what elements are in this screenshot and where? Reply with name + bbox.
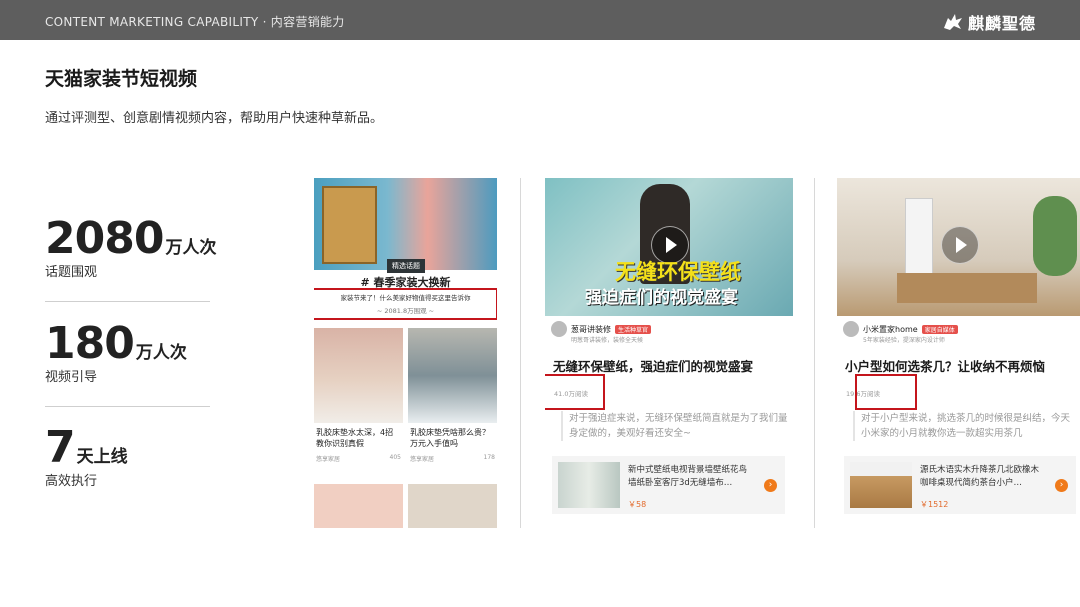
product-image xyxy=(558,462,620,508)
video-player[interactable] xyxy=(837,178,1080,316)
highlight-box xyxy=(314,288,497,320)
product-card[interactable]: 源氏木语实木升降茶几北欧橡木咖啡桌现代简约茶台小户… ￥1512 › xyxy=(844,456,1076,514)
play-icon[interactable] xyxy=(941,226,979,264)
avatar xyxy=(551,321,567,337)
chevron-right-icon[interactable]: › xyxy=(764,479,777,492)
product-price: ￥58 xyxy=(628,500,647,509)
video-thumbnail xyxy=(314,328,403,423)
stat-launch: 7 天上线 高效执行 xyxy=(45,422,128,489)
product-title: 新中式壁纸电视背景墙壁纸花鸟墙纸卧室客厅3d无缝墙布… xyxy=(628,465,748,488)
divider xyxy=(45,301,210,302)
author-description: 明葱哥讲装修，装修全天候 xyxy=(571,337,644,344)
shelf-image xyxy=(322,186,377,264)
brand-logo: 麒麟聖德 xyxy=(942,10,1036,34)
top-bar: CONTENT MARKETING CAPABILITY · 内容营销能力 麒麟… xyxy=(0,0,1080,40)
avatar xyxy=(843,321,859,337)
stat-value: 2080 xyxy=(45,213,164,264)
topic-banner-image xyxy=(314,178,497,270)
product-image xyxy=(850,462,912,508)
post-title: 小户型如何选茶几？让收纳不再烦恼 xyxy=(845,359,1046,374)
stat-unit: 万人次 xyxy=(135,343,187,363)
video-player[interactable]: 无缝环保壁纸 强迫症们的视觉盛宴 xyxy=(545,178,793,316)
section-header: CONTENT MARKETING CAPABILITY · 内容营销能力 xyxy=(45,15,345,29)
divider xyxy=(814,178,815,528)
video-thumbnail xyxy=(408,484,497,528)
post-description: 对于小户型来说，挑选茶几的时候很是纠结，今天小米家的小月就教你选一款超实用茶几 xyxy=(853,411,1076,441)
author-description: 5年家装经验，提深家内设计师 xyxy=(863,337,945,344)
chevron-right-icon[interactable]: › xyxy=(1055,479,1068,492)
product-price: ￥1512 xyxy=(920,500,949,509)
highlight-box xyxy=(855,374,917,410)
page-subtitle: 通过评测型、创意剧情视频内容，帮助用户快速种草新品。 xyxy=(45,111,384,126)
stat-unit: 万人次 xyxy=(165,238,217,258)
product-card[interactable]: 新中式壁纸电视背景墙壁纸花鸟墙纸卧室客厅3d无缝墙布… ￥58 › xyxy=(552,456,785,514)
qilin-logo-icon xyxy=(943,14,962,30)
topic-tag: 精选话题 xyxy=(387,259,425,273)
brand-name: 麒麟聖德 xyxy=(967,14,1036,33)
stat-value: 7 xyxy=(45,422,76,473)
author-name: 葱哥讲装修 xyxy=(571,324,611,334)
sofa-image xyxy=(897,273,1037,303)
video-card-title: 乳胶床垫凭啥那么贵？万元入手值吗 xyxy=(410,428,490,448)
stat-value: 180 xyxy=(45,318,135,369)
video-overlay-title: 无缝环保壁纸 xyxy=(615,260,741,284)
video-thumbnail xyxy=(408,328,497,423)
highlight-box xyxy=(545,374,605,410)
video-card[interactable]: 乳胶床垫水太深，4招教你识别真假 悠享家居 405 xyxy=(314,328,403,463)
video-card-author: 悠享家居 xyxy=(410,456,435,463)
video-overlay-subtitle: 强迫症们的视觉盛宴 xyxy=(585,288,738,308)
divider xyxy=(520,178,521,528)
post-description: 对于强迫症来说，无缝环保壁纸简直就是为了我们量身定做的，美观好看还安全~ xyxy=(561,411,789,441)
stat-unit: 天上线 xyxy=(76,447,128,467)
stat-topic-views: 2080 万人次 话题围观 xyxy=(45,213,216,280)
author-badge: 生活种草官 xyxy=(615,324,652,334)
video-card-likes: 178 xyxy=(483,454,495,461)
video-post-wallpaper: 无缝环保壁纸 强迫症们的视觉盛宴 葱哥讲装修 生活种草官 明葱哥讲装修，装修全天… xyxy=(545,178,793,528)
page-title: 天猫家装节短视频 xyxy=(45,68,198,90)
video-post-tea-table: 小米置家home 家居自媒体 5年家装经验，提深家内设计师 小户型如何选茶几？让… xyxy=(837,178,1080,528)
plant-image xyxy=(1033,196,1077,276)
author-name: 小米置家home xyxy=(863,324,918,334)
product-title: 源氏木语实木升降茶几北欧橡木咖啡桌现代简约茶台小户… xyxy=(920,465,1040,488)
video-card-likes: 405 xyxy=(389,454,401,461)
stat-label: 高效执行 xyxy=(45,474,98,489)
video-card[interactable]: 乳胶床垫凭啥那么贵？万元入手值吗 悠享家居 178 xyxy=(408,328,497,463)
video-thumbnail xyxy=(314,484,403,528)
topic-screenshot: 精选话题 # 春季家装大换新 家装节来了！什么美家好物值得买这里告诉你 ~ 20… xyxy=(314,178,497,528)
video-card-title: 乳胶床垫水太深，4招教你识别真假 xyxy=(316,428,394,448)
divider xyxy=(45,406,210,407)
video-card-author: 悠享家居 xyxy=(316,456,341,463)
stat-video-guide: 180 万人次 视频引导 xyxy=(45,318,187,385)
post-title: 无缝环保壁纸，强迫症们的视觉盛宴 xyxy=(553,359,754,374)
author-badge: 家居自媒体 xyxy=(921,324,958,334)
